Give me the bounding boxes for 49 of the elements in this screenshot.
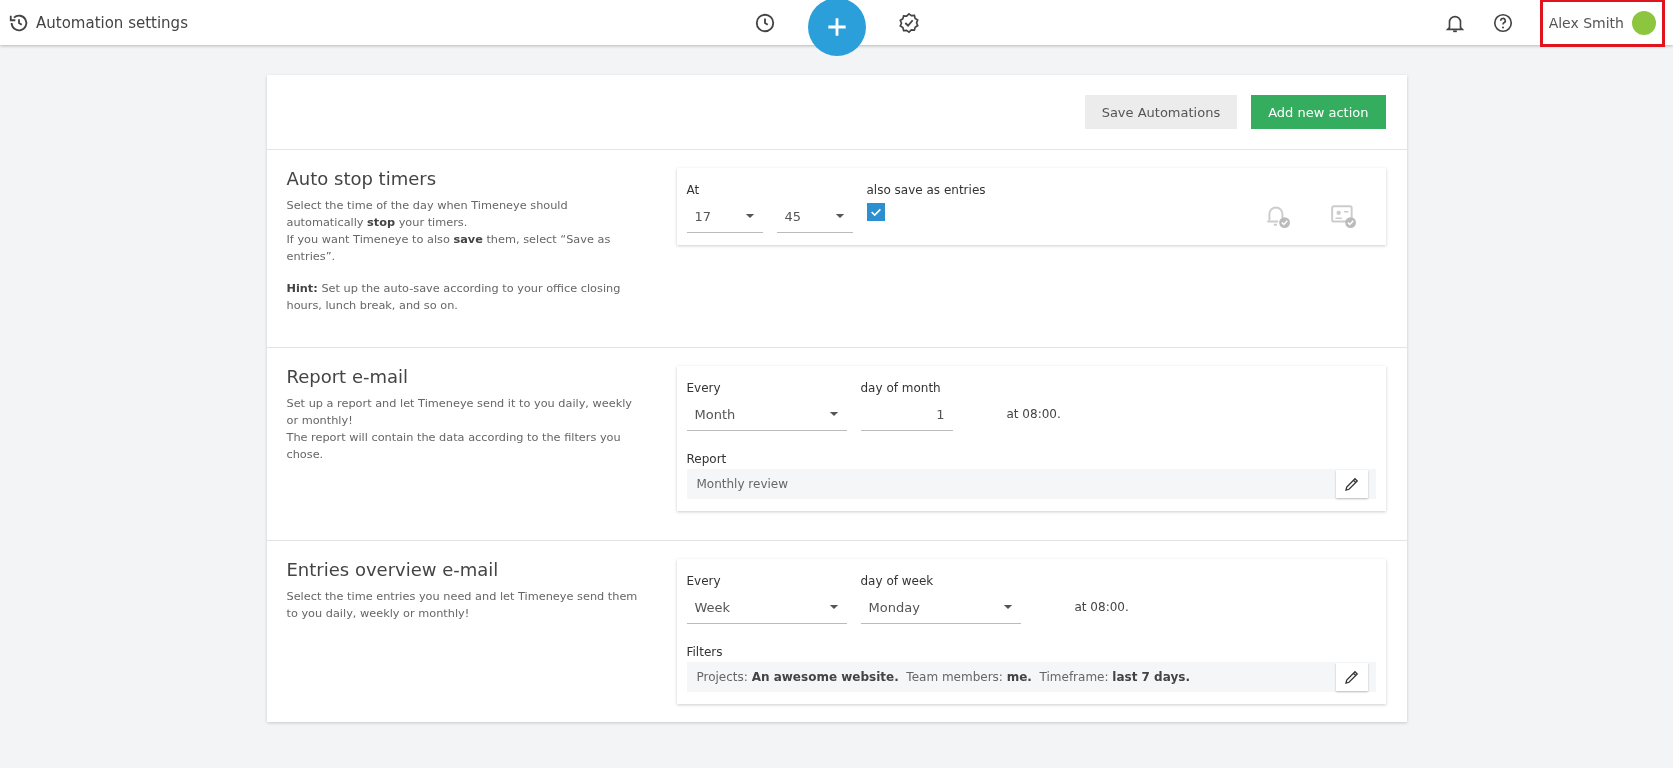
dropdown[interactable]: Monday bbox=[860, 591, 1021, 624]
section-title: Report e-mail bbox=[286, 366, 410, 387]
caret-icon bbox=[744, 213, 755, 219]
field-label: day of week bbox=[860, 573, 935, 590]
field-label: Filters bbox=[686, 644, 724, 661]
user-name: Alex Smith bbox=[1548, 14, 1624, 31]
dropdown[interactable]: Month bbox=[686, 398, 847, 431]
description-text: or monthly! bbox=[286, 413, 354, 429]
save-button[interactable]: Save Automations bbox=[1084, 95, 1238, 129]
field-label: At bbox=[686, 182, 701, 199]
checkbox[interactable] bbox=[866, 203, 885, 221]
time-text: at 08:00. bbox=[1074, 599, 1129, 616]
description-text: Select the time entries you need and let Timeneye send them bbox=[286, 589, 639, 605]
edit-button[interactable] bbox=[1335, 663, 1368, 691]
description-text: Hint: Set up the auto-save according to your office closing bbox=[286, 281, 622, 297]
section-title: Auto stop timers bbox=[286, 168, 438, 189]
field-label: Report bbox=[686, 451, 728, 468]
field-label: day of month bbox=[860, 380, 942, 397]
dropdown[interactable]: Week bbox=[686, 591, 847, 624]
description-text: entries”. bbox=[286, 249, 337, 265]
badge-check-icon[interactable] bbox=[897, 11, 920, 34]
description-text: Set up a report and let Timeneye send it to you daily, weekly bbox=[286, 396, 634, 412]
help-icon[interactable] bbox=[1491, 11, 1514, 34]
add-button[interactable] bbox=[807, 0, 866, 56]
description-text: If you want Timeneye to also save them, select “Save as bbox=[286, 232, 612, 248]
field-label: Every bbox=[686, 380, 722, 397]
dropdown[interactable]: 17 bbox=[686, 200, 763, 233]
caret-icon bbox=[828, 411, 839, 417]
avatar bbox=[1632, 10, 1656, 35]
description-text: The report will contain the data according to the filters you bbox=[286, 430, 622, 446]
caret-icon bbox=[1002, 604, 1013, 610]
pencil-icon bbox=[1342, 475, 1361, 493]
caret-icon bbox=[834, 213, 845, 219]
description-text: to you daily, weekly or monthly! bbox=[286, 606, 471, 622]
description-text: hours, lunch break, and so on. bbox=[286, 298, 459, 314]
field-label: Every bbox=[686, 573, 722, 590]
section-title: Entries overview e-mail bbox=[286, 559, 500, 580]
edit-button[interactable] bbox=[1335, 470, 1368, 498]
pencil-icon bbox=[1342, 668, 1361, 686]
time-text: at 08:00. bbox=[1006, 406, 1061, 423]
field-label: also save as entries bbox=[866, 182, 986, 199]
dropdown[interactable]: 45 bbox=[776, 200, 853, 233]
page-title: Automation settings bbox=[36, 13, 188, 32]
description-text: chose. bbox=[286, 447, 325, 463]
user-menu[interactable]: Alex Smith bbox=[1539, 0, 1665, 47]
caret-icon bbox=[828, 604, 839, 610]
clock-icon[interactable] bbox=[753, 11, 776, 34]
description-text: Select the time of the day when Timeneye should bbox=[286, 198, 569, 214]
description-text: automatically stop your timers. bbox=[286, 215, 469, 231]
